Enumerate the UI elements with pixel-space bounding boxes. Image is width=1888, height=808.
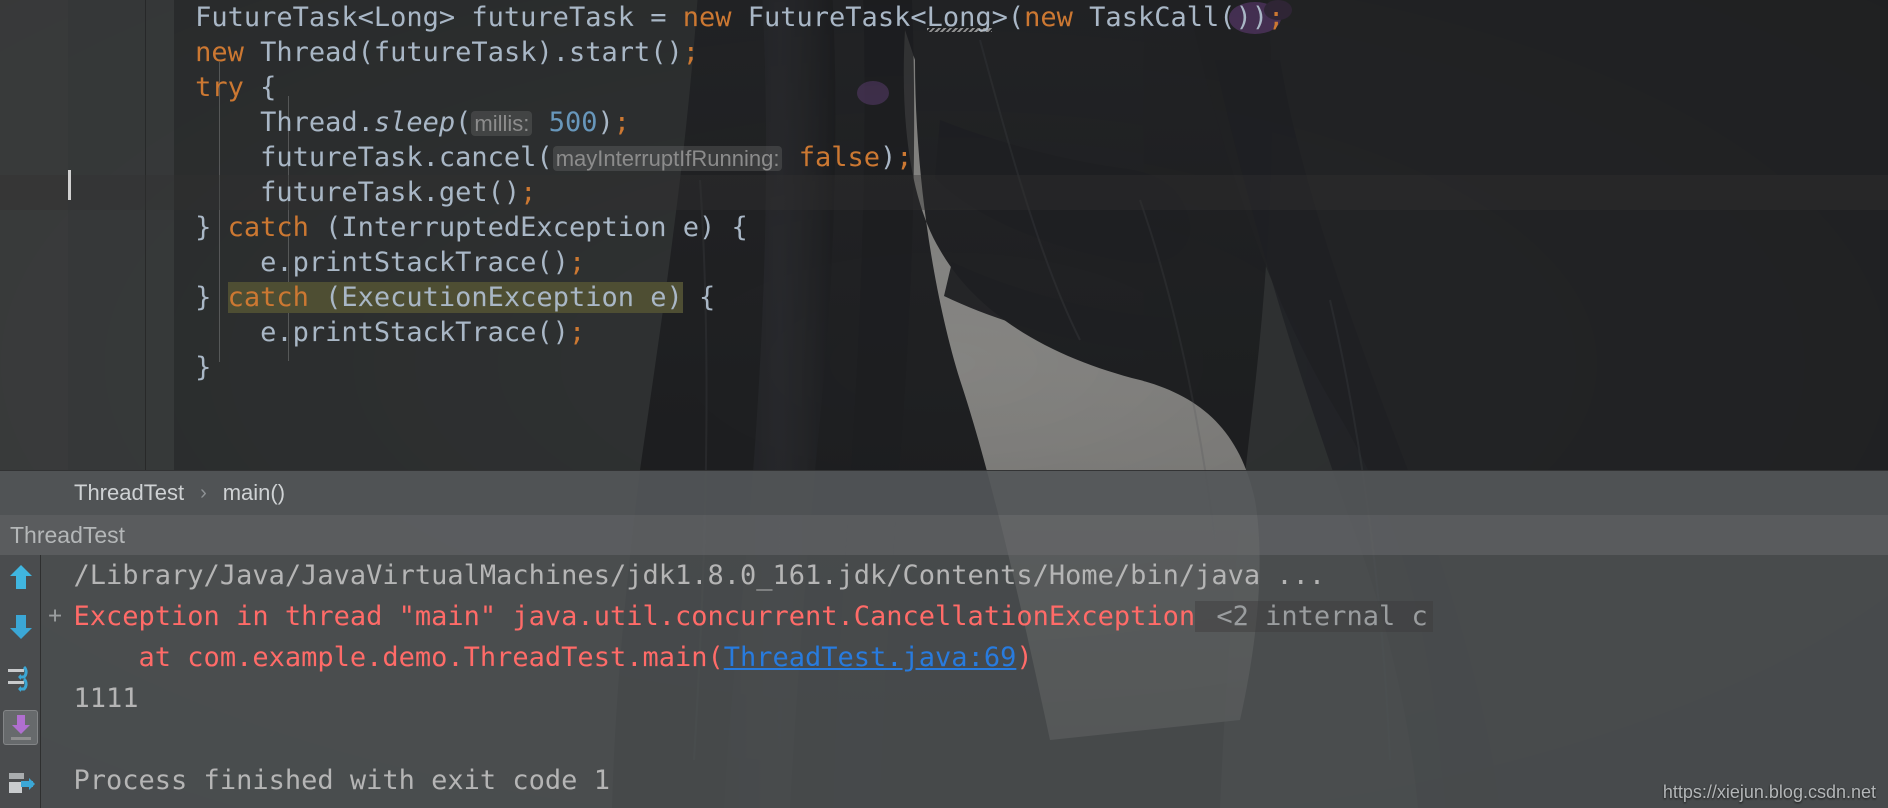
line-catch-interrupted-seg-1: catch: [227, 212, 309, 243]
line-new-thread-start[interactable]: new Thread(futureTask).start();: [0, 35, 1888, 70]
print-glyph: [8, 772, 35, 793]
line-printstacktrace-2[interactable]: e.printStackTrace();: [0, 315, 1888, 350]
console-stack-frame-part-1[interactable]: ThreadTest.java:69: [724, 642, 1017, 673]
line-try-open[interactable]: try {: [0, 70, 1888, 105]
line-printstacktrace-1-seg-1: ;: [568, 247, 586, 278]
line-new-thread-start-seg-3: ;: [682, 37, 700, 68]
line-try-close-seg-0: }: [0, 352, 212, 383]
line-futuretask-decl-seg-7: ;: [1268, 2, 1285, 33]
line-try-close[interactable]: }: [0, 350, 1888, 385]
watermark: https://xiejun.blog.csdn.net: [1662, 782, 1876, 802]
line-futuretask-get-seg-1: ;: [520, 177, 537, 208]
soft-wrap-icon[interactable]: [3, 661, 38, 696]
chevron-right-icon: ›: [200, 481, 207, 504]
line-printstacktrace-1-seg-0: e.printStackTrace(): [0, 247, 569, 278]
up-arrow-icon[interactable]: [3, 559, 38, 594]
line-futuretask-decl-seg-2: FutureTask<: [731, 2, 927, 33]
line-futuretask-get[interactable]: futureTask.get();: [0, 175, 1888, 210]
text-caret: [68, 170, 71, 200]
soft-wrap-glyph: [7, 665, 28, 692]
breadcrumb-method[interactable]: main(): [223, 480, 285, 506]
console-exception-header-part-1: <2 internal c: [1195, 601, 1433, 632]
console-stack-frame-part-2: ): [1016, 642, 1033, 673]
run-tab-label: ThreadTest: [10, 521, 126, 548]
console-exception-header[interactable]: Exception in thread "main" java.util.con…: [41, 596, 1888, 637]
up-arrow-glyph: [9, 564, 32, 589]
console-blank[interactable]: [41, 719, 1888, 760]
line-thread-sleep-seg-5: 500: [548, 107, 598, 138]
run-console[interactable]: /Library/Java/JavaVirtualMachines/jdk1.8…: [0, 555, 1888, 808]
line-futuretask-decl-seg-5: new: [1024, 2, 1073, 33]
line-thread-sleep-seg-2: (: [455, 107, 472, 138]
console-stack-frame-indent: [41, 642, 74, 673]
line-thread-sleep[interactable]: Thread.sleep(millis: 500);: [0, 105, 1888, 140]
line-futuretask-cancel[interactable]: futureTask.cancel(mayInterruptIfRunning:…: [0, 140, 1888, 175]
line-printstacktrace-2-seg-0: e.printStackTrace(): [0, 317, 569, 348]
console-blank-indent: [41, 724, 74, 755]
line-printstacktrace-1[interactable]: e.printStackTrace();: [0, 245, 1888, 280]
line-new-thread-start-seg-1: new: [195, 37, 244, 68]
line-new-thread-start-seg-2: Thread(futureTask).start(): [243, 37, 683, 68]
console-output[interactable]: /Library/Java/JavaVirtualMachines/jdk1.8…: [41, 555, 1888, 808]
line-catch-interrupted-seg-2: (InterruptedException e) {: [308, 212, 748, 243]
line-futuretask-cancel-seg-4: ): [880, 142, 897, 173]
console-process-finished-indent: [41, 765, 74, 796]
console-stdout-1111-indent: [41, 683, 74, 714]
line-catch-execution-seg-0: }: [0, 282, 228, 313]
line-new-thread-start-seg-0: [0, 37, 195, 68]
line-futuretask-decl-seg-0: FutureTask<Long> futureTask =: [0, 2, 683, 33]
line-futuretask-decl-seg-6: TaskCall()): [1072, 2, 1268, 33]
line-catch-execution[interactable]: } catch (ExecutionException e) {: [0, 280, 1888, 315]
line-thread-sleep-seg-0: Thread.: [0, 107, 374, 138]
console-process-finished[interactable]: Process finished with exit code 1: [41, 760, 1888, 801]
console-toolbar[interactable]: [0, 555, 41, 808]
line-futuretask-decl[interactable]: FutureTask<Long> futureTask = new Future…: [0, 0, 1888, 35]
line-futuretask-decl-seg-1: new: [682, 2, 732, 33]
line-catch-execution-seg-3: {: [682, 282, 716, 313]
console-stdout-1111-part-0: 1111: [73, 683, 139, 714]
console-exception-header-indent: [41, 601, 74, 632]
line-thread-sleep-seg-6: ): [597, 107, 614, 138]
line-futuretask-cancel-seg-1: mayInterruptIfRunning:: [552, 146, 783, 171]
line-futuretask-cancel-seg-5: ;: [896, 142, 913, 173]
scroll-to-end-icon[interactable]: [3, 710, 38, 745]
line-futuretask-decl-seg-3: Long: [926, 2, 992, 33]
line-futuretask-cancel-seg-0: futureTask.cancel(: [0, 142, 553, 173]
line-try-open-seg-2: {: [243, 72, 277, 103]
line-futuretask-cancel-seg-2: [782, 142, 798, 173]
console-stack-frame[interactable]: at com.example.demo.ThreadTest.main(Thre…: [41, 637, 1888, 678]
console-stdout-1111[interactable]: 1111: [41, 678, 1888, 719]
line-printstacktrace-2-seg-1: ;: [568, 317, 586, 348]
line-thread-sleep-seg-7: ;: [613, 107, 630, 138]
line-catch-interrupted[interactable]: } catch (InterruptedException e) {: [0, 210, 1888, 245]
console-process-finished-part-0: Process finished with exit code 1: [73, 765, 610, 796]
down-arrow-glyph: [9, 614, 32, 639]
scroll-to-end-glyph: [10, 714, 31, 740]
breadcrumb[interactable]: ThreadTest › main(): [0, 470, 1888, 515]
line-futuretask-get-seg-0: futureTask.get(): [0, 177, 521, 208]
console-jvm-path[interactable]: /Library/Java/JavaVirtualMachines/jdk1.8…: [41, 555, 1888, 596]
console-stack-frame-part-0: at com.example.demo.ThreadTest.main(: [73, 642, 724, 673]
console-jvm-path-indent: [41, 560, 74, 591]
line-futuretask-decl-seg-4: >(: [991, 2, 1025, 33]
line-try-open-seg-1: try: [195, 72, 244, 103]
line-thread-sleep-seg-3: millis:: [471, 111, 533, 136]
line-catch-execution-seg-1: catch: [227, 282, 309, 313]
console-jvm-path-part-0: /Library/Java/JavaVirtualMachines/jdk1.8…: [73, 560, 1326, 591]
console-exception-header-part-0: Exception in thread "main" java.util.con…: [73, 601, 1196, 632]
line-catch-interrupted-seg-0: }: [0, 212, 228, 243]
line-futuretask-cancel-seg-3: false: [798, 142, 881, 173]
breadcrumb-class[interactable]: ThreadTest: [74, 480, 184, 506]
print-icon[interactable]: [3, 765, 38, 800]
line-thread-sleep-seg-4: [532, 107, 548, 138]
code-editor[interactable]: FutureTask<Long> futureTask = new Future…: [0, 0, 1888, 470]
run-tool-window-tab[interactable]: ThreadTest: [0, 515, 1888, 555]
line-thread-sleep-seg-1: sleep: [373, 107, 456, 138]
line-try-open-seg-0: [0, 72, 195, 103]
line-catch-execution-seg-2: (ExecutionException e): [308, 282, 683, 313]
down-arrow-icon[interactable]: [3, 609, 38, 644]
